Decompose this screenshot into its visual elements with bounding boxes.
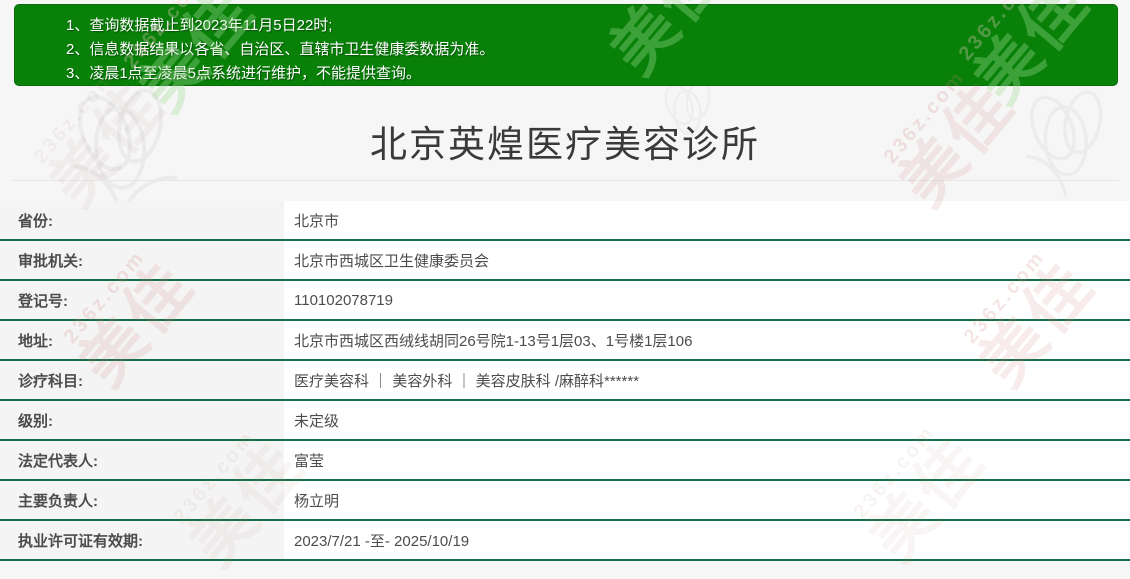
table-row-level: 级别: 未定级 [0,401,1130,441]
notice-line-2: 2、信息数据结果以各省、自治区、直辖市卫生健康委数据为准。 [66,41,495,58]
field-value: 杨立明 [284,481,1130,519]
field-label: 省份: [0,201,284,239]
field-value: 医疗美容科 ｜ 美容外科 ｜ 美容皮肤科 /麻醉科****** [284,361,1130,399]
notice-line-1: 1、查询数据截止到2023年11月5日22时; [66,17,333,34]
field-label: 主要负责人: [0,481,284,519]
field-value: 未定级 [284,401,1130,439]
table-row-license-validity: 执业许可证有效期: 2023/7/21 -至- 2025/10/19 [0,521,1130,561]
table-row-main-person-in-charge: 主要负责人: 杨立明 [0,481,1130,521]
notice-line-3: 3、凌晨1点至凌晨5点系统进行维护，不能提供查询。 [66,65,422,82]
field-label: 地址: [0,321,284,359]
notice-banner: 1、查询数据截止到2023年11月5日22时; 2、信息数据结果以各省、自治区、… [14,4,1118,86]
field-label: 法定代表人: [0,441,284,479]
field-value: 富莹 [284,441,1130,479]
table-row-approval-authority: 审批机关: 北京市西城区卫生健康委员会 [0,241,1130,281]
field-label: 级别: [0,401,284,439]
table-row-address: 地址: 北京市西城区西绒线胡同26号院1-13号1层03、1号楼1层106 [0,321,1130,361]
field-label: 执业许可证有效期: [0,521,284,559]
field-value: 2023/7/21 -至- 2025/10/19 [284,521,1130,559]
page-title: 北京英煌医疗美容诊所 [370,124,760,165]
table-row-registration-number: 登记号: 110102078719 [0,281,1130,321]
field-value: 北京市 [284,201,1130,239]
field-label: 登记号: [0,281,284,319]
field-label: 审批机关: [0,241,284,279]
field-value: 北京市西城区西绒线胡同26号院1-13号1层03、1号楼1层106 [284,321,1130,359]
field-label: 诊疗科目: [0,361,284,399]
field-value: 北京市西城区卫生健康委员会 [284,241,1130,279]
table-row-legal-representative: 法定代表人: 富莹 [0,441,1130,481]
field-value: 110102078719 [284,281,1130,319]
clinic-info-table: 省份: 北京市 审批机关: 北京市西城区卫生健康委员会 登记号: 1101020… [0,201,1130,561]
table-row-medical-subjects: 诊疗科目: 医疗美容科 ｜ 美容外科 ｜ 美容皮肤科 /麻醉科****** [0,361,1130,401]
table-row-province: 省份: 北京市 [0,201,1130,241]
title-divider [12,180,1119,181]
